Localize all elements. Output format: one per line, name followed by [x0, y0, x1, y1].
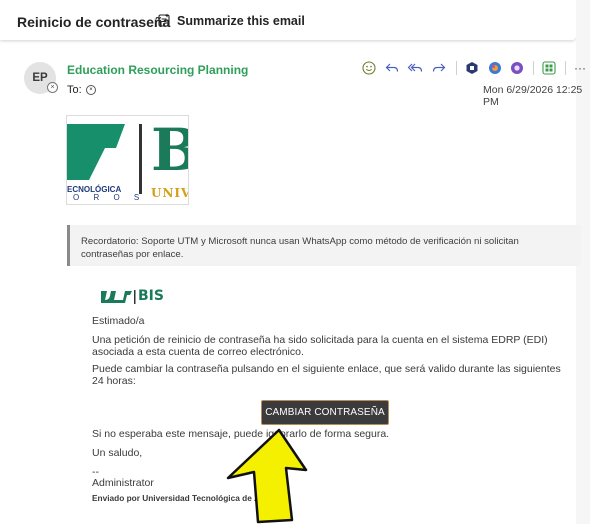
summarize-label: Summarize this email [177, 14, 305, 28]
forward-icon[interactable] [431, 60, 447, 76]
smiley-icon[interactable] [361, 60, 377, 76]
closing: Un saludo, [92, 447, 143, 459]
summarize-button[interactable]: Summarize this email [157, 10, 305, 32]
change-password-button[interactable]: CAMBIAR CONTRASEÑA [261, 400, 389, 425]
copilot-icon[interactable] [487, 60, 503, 76]
loop-icon[interactable] [509, 60, 525, 76]
bis-brand-logo: BIS [99, 287, 164, 314]
yellow-arrow-icon [214, 428, 314, 529]
logo-text-right: UNIVE [151, 186, 188, 200]
signature-name: Administrator [92, 477, 154, 489]
reminder-text: Recordatorio: Soporte UTM y Microsoft nu… [81, 236, 519, 260]
sender-name[interactable]: Education Resourcing Planning [67, 63, 248, 77]
greeting: Estimado/a [92, 315, 145, 327]
more-icon[interactable]: ··· [573, 60, 587, 76]
logo-letter: B [151, 119, 188, 181]
apps-icon[interactable] [541, 60, 557, 76]
logo-text-left-sub: O R O S [73, 193, 146, 202]
toolbar-divider [456, 61, 457, 75]
email-date: Mon 6/29/2026 12:25 PM [483, 84, 583, 108]
university-logo-image: ECNOLÓGICA O R O S B UNIVE [66, 115, 189, 205]
toolbar-divider [533, 61, 534, 75]
reply-all-icon[interactable] [407, 60, 423, 76]
paragraph-request: Una petición de reinicio de contraseña h… [92, 334, 548, 358]
to-label: To: [67, 84, 82, 96]
reply-icon[interactable] [384, 60, 400, 76]
security-reminder-banner: Recordatorio: Soporte UTM y Microsoft nu… [67, 225, 581, 266]
presence-badge-icon: × [47, 82, 58, 93]
summarize-icon [157, 13, 171, 30]
brand-mark-text: BIS [138, 288, 164, 304]
recipient-icon[interactable]: × [86, 85, 96, 95]
teams-icon[interactable] [464, 60, 480, 76]
paragraph-link-validity: Puede cambiar la contraseña pulsando en … [92, 363, 561, 387]
email-subject: Reinicio de contraseña [17, 14, 171, 30]
toolbar-divider [565, 61, 566, 75]
